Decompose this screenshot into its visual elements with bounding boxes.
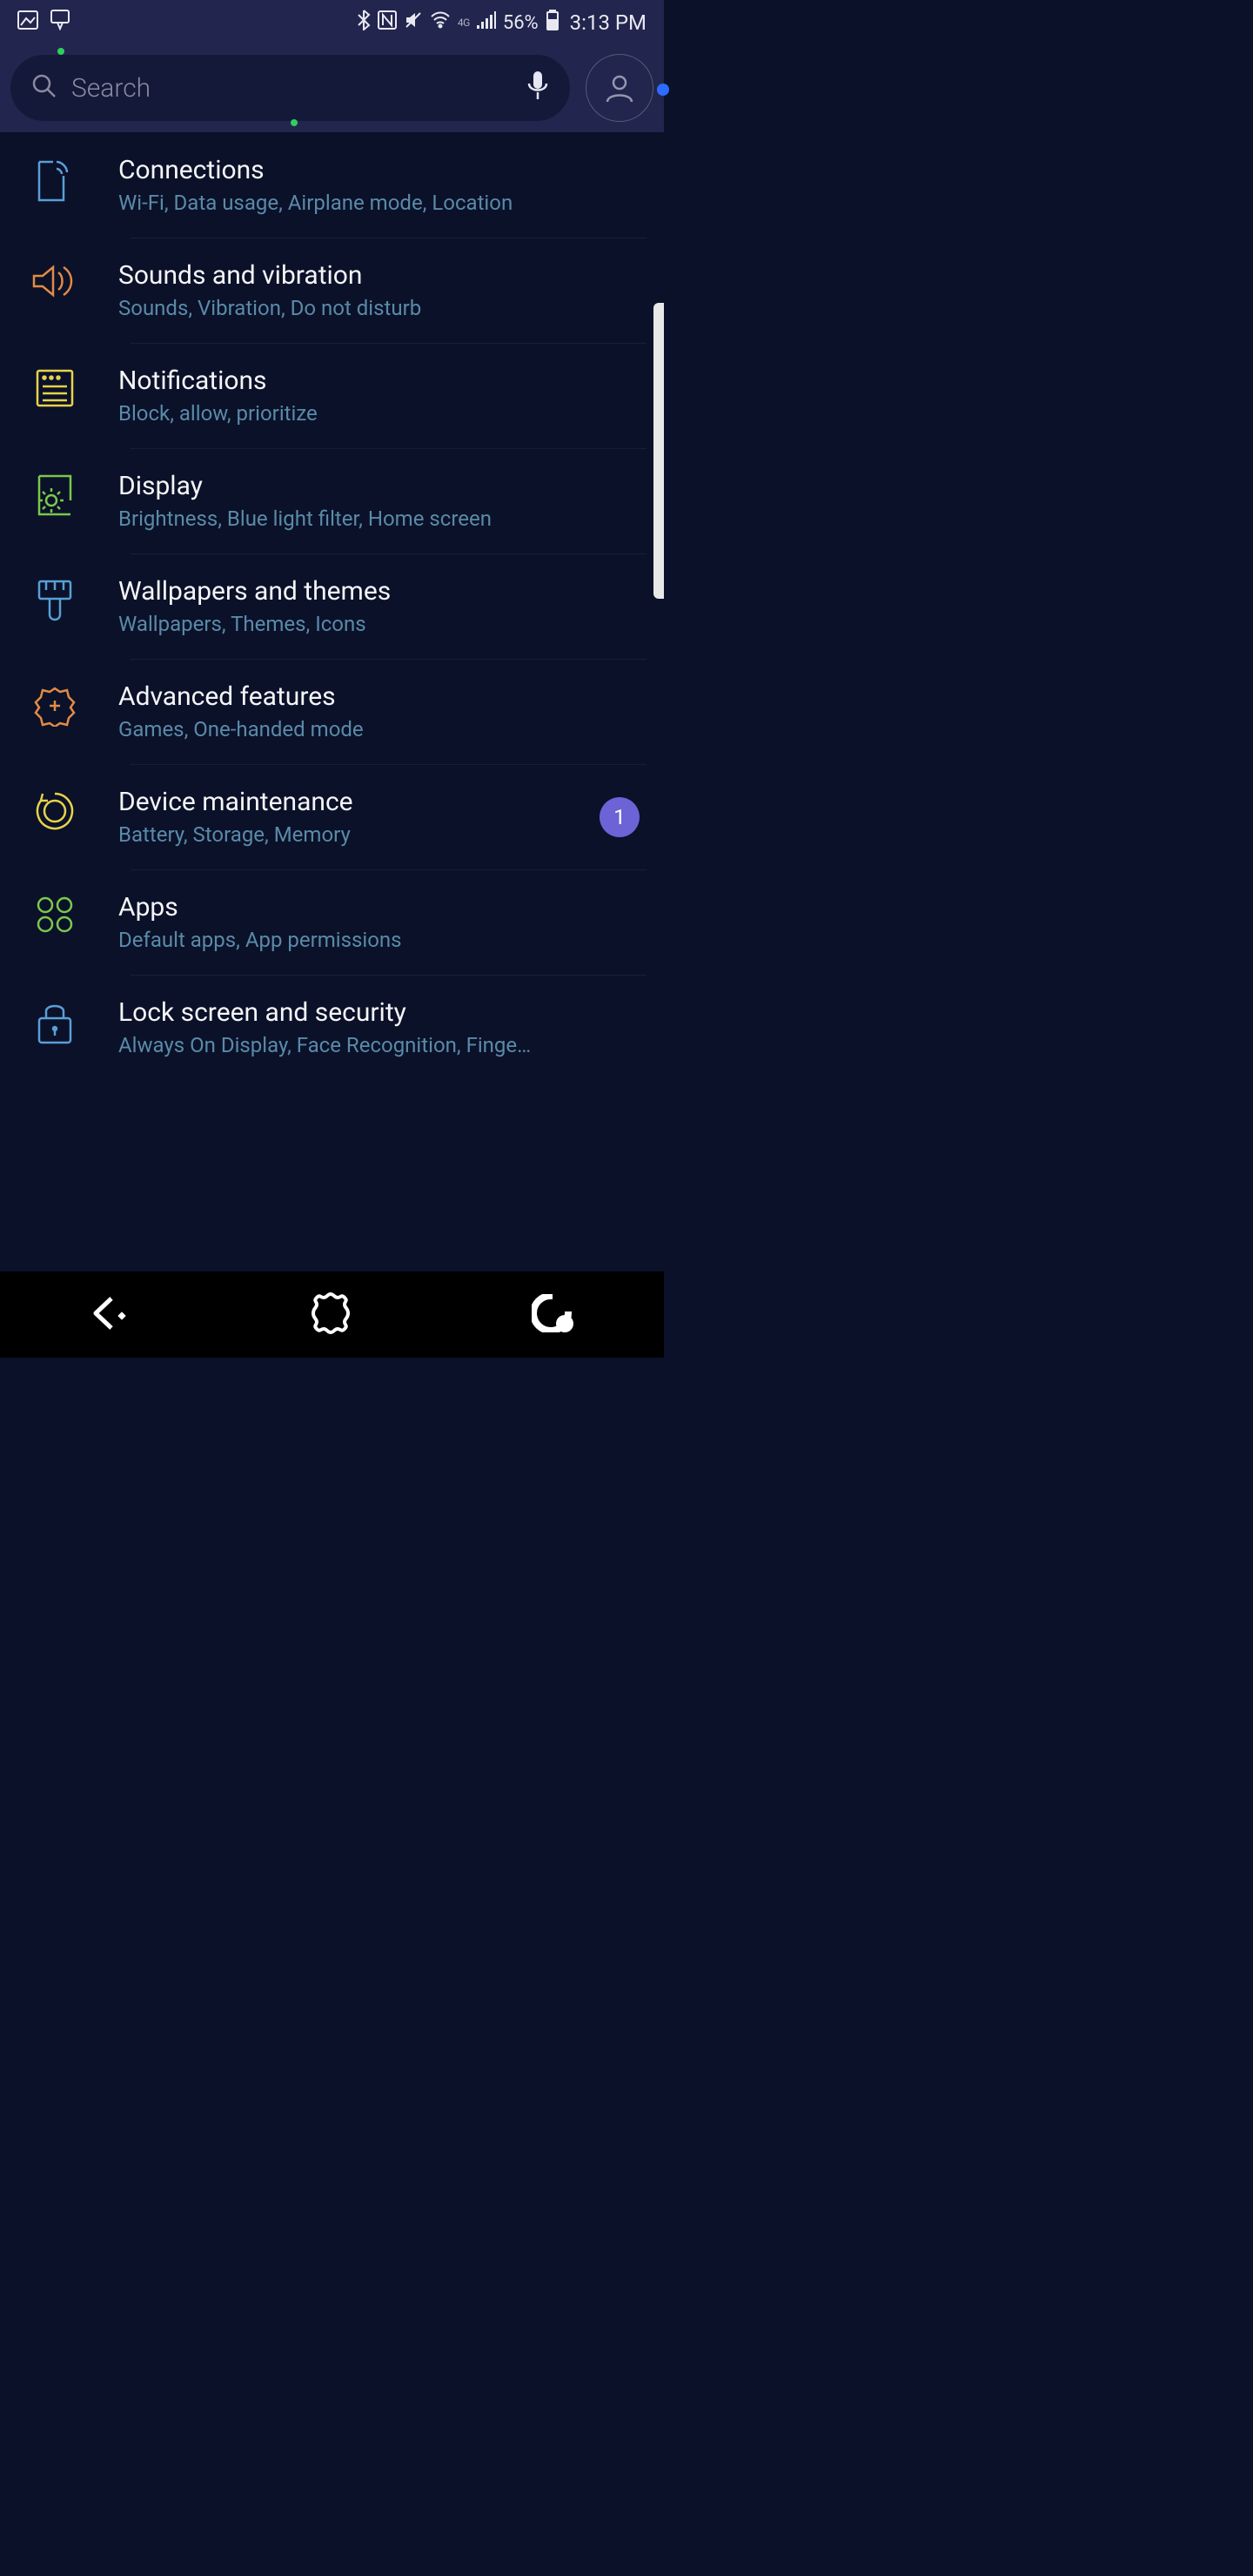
battery-icon — [546, 10, 559, 36]
volume-icon — [16, 260, 94, 299]
settings-row-maintenance[interactable]: Device maintenance Battery, Storage, Memo… — [0, 764, 664, 869]
row-subtitle: Games, One-handed mode — [118, 717, 648, 741]
edge-indicator — [657, 84, 669, 96]
row-text: Display Brightness, Blue light filter, Ho… — [118, 471, 648, 531]
list-icon — [16, 366, 94, 407]
wifi-icon — [430, 11, 451, 34]
grid4-icon — [16, 892, 94, 934]
row-subtitle: Sounds, Vibration, Do not disturb — [118, 296, 648, 320]
settings-row-wallpapers[interactable]: Wallpapers and themes Wallpapers, Themes,… — [0, 553, 664, 659]
row-subtitle: Battery, Storage, Memory — [118, 822, 575, 847]
profile-button[interactable] — [586, 54, 653, 122]
settings-row-sounds[interactable]: Sounds and vibration Sounds, Vibration, D… — [0, 238, 664, 343]
tag-icon — [50, 10, 70, 36]
row-title: Device maintenance — [118, 787, 575, 817]
row-title: Wallpapers and themes — [118, 576, 648, 607]
battery-pct: 56% — [503, 12, 539, 34]
row-title: Sounds and vibration — [118, 260, 648, 291]
row-title: Display — [118, 471, 648, 501]
row-title: Notifications — [118, 366, 648, 396]
row-text: Wallpapers and themes Wallpapers, Themes,… — [118, 576, 648, 636]
bluetooth-icon — [357, 10, 371, 36]
search-icon — [31, 73, 57, 103]
row-subtitle: Brightness, Blue light filter, Home scre… — [118, 506, 648, 531]
search-field[interactable]: Search — [10, 55, 570, 121]
reload-icon — [16, 787, 94, 832]
settings-row-notifications[interactable]: Notifications Block, allow, prioritize — [0, 343, 664, 448]
connections-icon — [16, 155, 94, 204]
row-subtitle: Block, allow, prioritize — [118, 401, 648, 426]
row-subtitle: Always On Display, Face Recognition, Fin… — [118, 1033, 648, 1057]
row-subtitle: Wi-Fi, Data usage, Airplane mode, Locati… — [118, 191, 648, 215]
settings-row-lock[interactable]: Lock screen and security Always On Displa… — [0, 975, 664, 1080]
indicator-dot — [291, 119, 298, 126]
settings-header: Search — [0, 45, 664, 134]
indicator-dot — [57, 48, 64, 55]
status-right-icons: 4G 56% 3:13 PM — [357, 10, 647, 36]
brush-icon — [16, 576, 94, 625]
row-text: Device maintenance Battery, Storage, Memo… — [118, 787, 575, 847]
status-bar: 4G 56% 3:13 PM — [0, 0, 664, 45]
settings-row-connections[interactable]: Connections Wi-Fi, Data usage, Airplane m… — [0, 132, 664, 238]
image-icon — [17, 10, 38, 35]
mute-icon — [404, 10, 423, 35]
settings-row-apps[interactable]: Apps Default apps, App permissions — [0, 869, 664, 975]
clock: 3:13 PM — [570, 10, 647, 35]
row-text: Lock screen and security Always On Displa… — [118, 997, 648, 1057]
home-button[interactable] — [308, 1291, 353, 1339]
settings-row-display[interactable]: Display Brightness, Blue light filter, Ho… — [0, 448, 664, 553]
row-text: Apps Default apps, App permissions — [118, 892, 648, 952]
nav-bar — [0, 1271, 664, 1358]
row-title: Apps — [118, 892, 648, 922]
back-button[interactable] — [89, 1295, 131, 1335]
row-text: Sounds and vibration Sounds, Vibration, D… — [118, 260, 648, 320]
network-type: 4G — [458, 17, 470, 29]
row-text: Connections Wi-Fi, Data usage, Airplane m… — [118, 155, 648, 215]
notification-badge: 1 — [600, 797, 640, 837]
search-placeholder: Search — [71, 73, 151, 104]
gear-plus-icon — [16, 681, 94, 727]
signal-icon — [477, 11, 496, 34]
row-text: Advanced features Games, One-handed mode — [118, 681, 648, 741]
lock-icon — [16, 997, 94, 1044]
row-title: Advanced features — [118, 681, 648, 712]
row-title: Lock screen and security — [118, 997, 648, 1028]
row-subtitle: Default apps, App permissions — [118, 928, 648, 952]
row-title: Connections — [118, 155, 648, 185]
row-text: Notifications Block, allow, prioritize — [118, 366, 648, 426]
status-left-icons — [17, 10, 70, 36]
recents-button[interactable] — [532, 1294, 575, 1336]
settings-list[interactable]: Connections Wi-Fi, Data usage, Airplane m… — [0, 132, 664, 1271]
display-icon — [16, 471, 94, 516]
row-subtitle: Wallpapers, Themes, Icons — [118, 612, 648, 636]
mic-icon[interactable] — [526, 71, 549, 104]
settings-row-advanced[interactable]: Advanced features Games, One-handed mode — [0, 659, 664, 764]
nfc-icon — [378, 10, 397, 35]
scroll-handle[interactable] — [653, 303, 664, 599]
